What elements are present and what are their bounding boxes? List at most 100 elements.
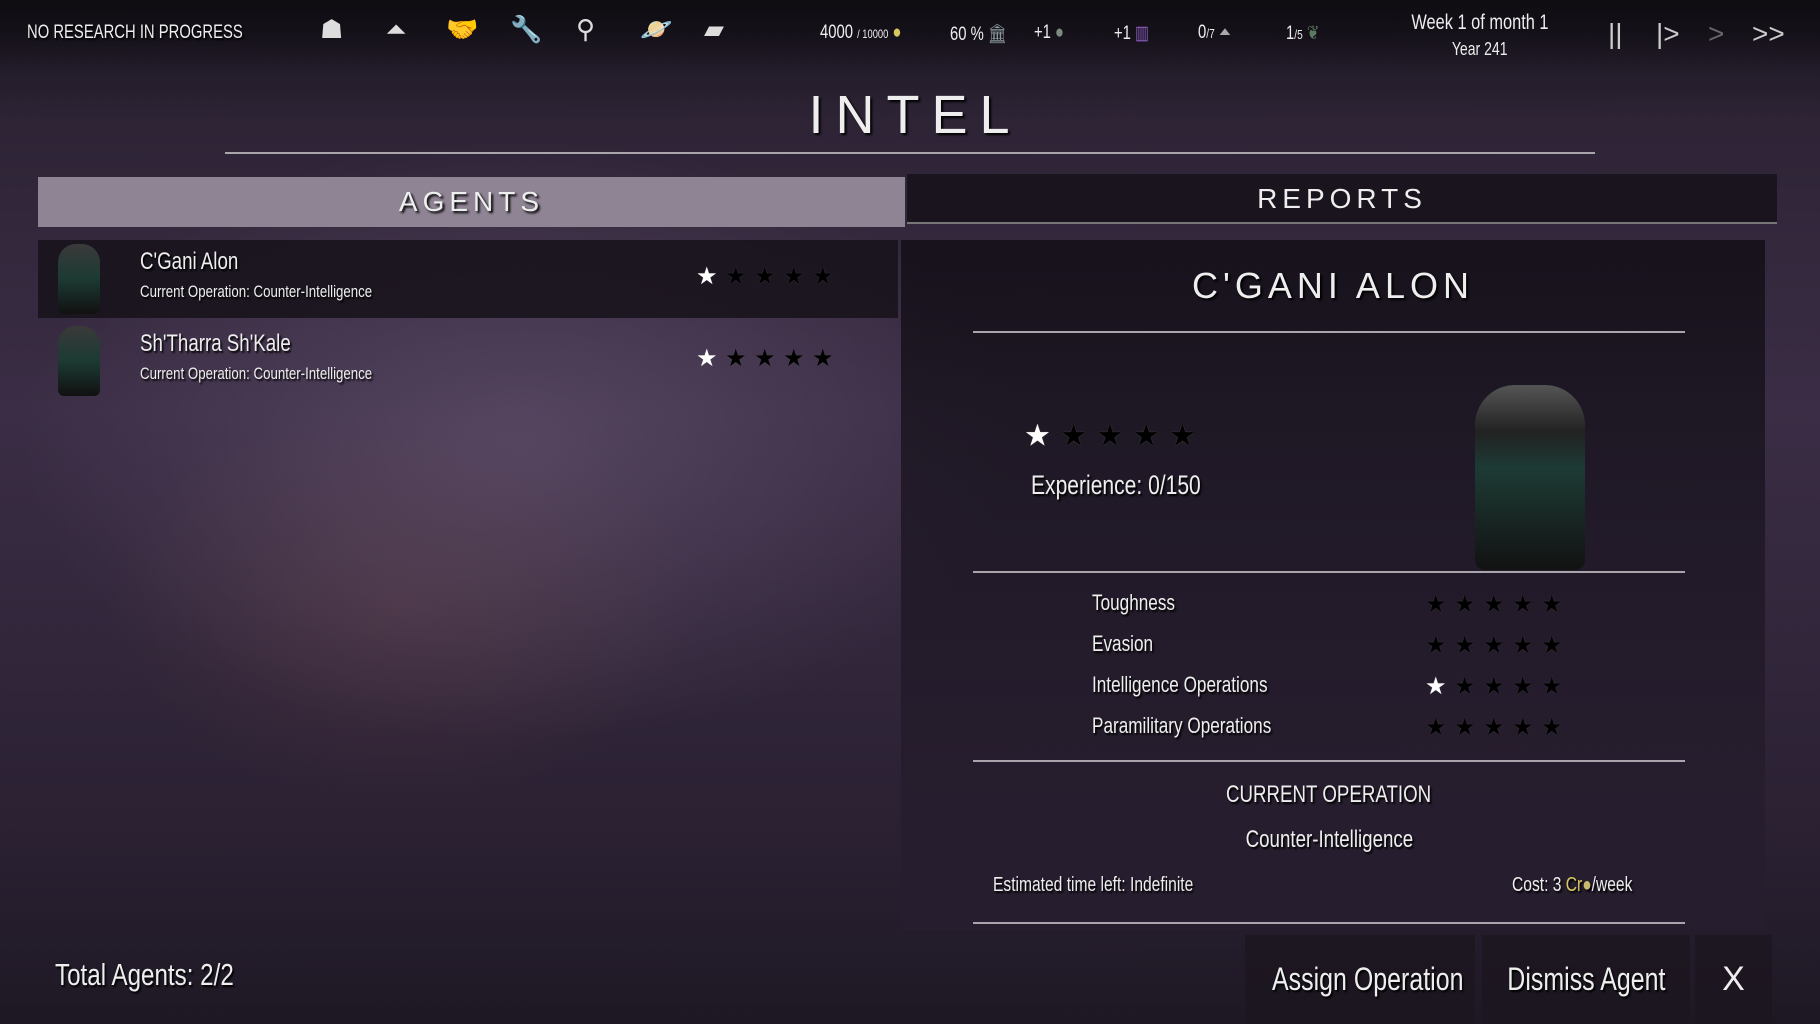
credits-icon: ● [1582,874,1592,896]
stat-stars: ★ ★ ★ ★ ★ [1425,672,1570,701]
approval-icon: 🏛 [987,24,1007,45]
agent-operation: Current Operation: Counter-Intelligence [140,364,373,383]
total-agents: Total Agents: 2/2 [55,957,234,992]
credits-icon: ● [892,22,902,43]
population-icon[interactable]: ☗ [320,14,343,45]
laurel-icon: ❦ [1306,23,1320,44]
tab-agents[interactable]: AGENTS [38,177,905,227]
stat-stars: ★ ★ ★ ★ ★ [1425,590,1570,619]
star-icon: ★ [1483,714,1505,741]
industry-icon: ▥ [1135,23,1150,44]
agent-name: Sh'Tharra Sh'Kale [140,330,291,357]
tab-reports[interactable]: REPORTS [907,174,1777,224]
encyclopedia-book-icon[interactable]: ▰ [704,14,724,45]
star-icon: ★ [725,263,747,290]
diplomacy-handshake-icon[interactable]: 🤝 [446,14,478,45]
current-operation-name: Counter-Intelligence [1245,826,1413,853]
intel-magnifier-icon[interactable]: ⚲ [576,14,595,45]
star-icon: ★ [1454,673,1476,700]
date-year: Year 241 [1452,39,1508,59]
agent-rank-stars: ★ ★ ★ ★ ★ [696,262,841,291]
construction-tools-icon[interactable]: 🔧 [510,14,542,45]
stat-label: Evasion [1092,631,1154,656]
stat-label: Toughness [1092,590,1176,615]
speed-button[interactable]: > [1708,18,1724,50]
dismiss-agent-button[interactable]: Dismiss Agent [1482,935,1690,1024]
date-week: Week 1 of month 1 [1411,11,1549,34]
agent-portrait [58,244,100,314]
assign-operation-button[interactable]: Assign Operation [1245,935,1475,1024]
star-icon: ★ [754,345,776,372]
food-icon: ● [1055,22,1064,43]
star-icon: ★ [1541,632,1563,659]
star-icon: ★ [1454,591,1476,618]
star-icon: ★ [1541,673,1563,700]
research-status[interactable]: NO RESEARCH IN PROGRESS [27,22,304,44]
influence-readout: 1/5 ❦ [1286,23,1320,44]
agent-operation: Current Operation: Counter-Intelligence [140,282,373,301]
stat-row: Evasion [1092,631,1170,657]
star-icon: ★ [1454,714,1476,741]
divider [973,571,1685,573]
industry-readout: +1 ▥ [1114,23,1150,44]
star-icon: ★ [1024,419,1051,453]
star-icon: ★ [1096,419,1124,453]
star-icon: ★ [783,345,805,372]
close-icon[interactable]: X [1722,960,1745,998]
stat-row: Intelligence Operations [1092,672,1317,698]
star-icon: ★ [783,263,805,290]
stat-row: Toughness [1092,590,1198,616]
fast-forward-button[interactable]: >> [1752,18,1785,50]
title-divider [225,152,1595,154]
pause-button[interactable]: || [1608,18,1623,50]
divider [973,922,1685,924]
agent-rank-stars: ★ ★ ★ ★ ★ [696,344,841,373]
detail-agent-name: C'GANI ALON [1192,265,1474,306]
page-title: INTEL [808,85,1022,145]
star-icon: ★ [1060,419,1088,453]
star-icon: ★ [725,345,747,372]
star-icon: ★ [754,263,776,290]
agent-list-item[interactable]: Sh'Tharra Sh'Kale Current Operation: Cou… [38,322,898,400]
divider [973,331,1685,333]
experience-text: Experience: 0/150 [1031,470,1201,500]
stat-stars: ★ ★ ★ ★ ★ [1425,713,1570,742]
star-icon: ★ [696,263,718,290]
agent-portrait-large [1475,385,1585,570]
stat-label: Intelligence Operations [1092,672,1268,697]
stat-stars: ★ ★ ★ ★ ★ [1425,631,1570,660]
star-icon: ★ [1425,673,1447,700]
science-flask-icon: ⏶ [1218,22,1231,43]
star-icon: ★ [1512,714,1534,741]
approval-readout: 60 % 🏛 [950,24,1007,45]
agent-name: C'Gani Alon [140,248,239,275]
detail-rank-stars: ★ ★ ★ ★ ★ [1024,418,1205,454]
time-left-text: Estimated time left: Indefinite [993,874,1194,896]
star-icon: ★ [1541,714,1563,741]
food-readout: +1 ● [1034,22,1064,43]
star-icon: ★ [1483,591,1505,618]
stat-row: Paramilitary Operations [1092,713,1322,739]
agent-list-item[interactable]: C'Gani Alon Current Operation: Counter-I… [38,240,898,318]
star-icon: ★ [1541,591,1563,618]
divider [973,760,1685,762]
date-display: Week 1 of month 1 Year 241 [1380,10,1580,62]
science-readout: 0/7 ⏶ [1198,22,1231,43]
stat-label: Paramilitary Operations [1092,713,1272,738]
star-icon: ★ [1425,632,1447,659]
research-flask-icon[interactable]: ⏶ [386,14,407,46]
star-icon: ★ [1454,632,1476,659]
star-icon: ★ [1512,673,1534,700]
play-button[interactable]: |> [1656,18,1680,50]
star-icon: ★ [812,263,834,290]
star-icon: ★ [812,345,834,372]
star-icon: ★ [1169,419,1196,453]
credits-readout: 4000 / 10000 ● [820,22,902,43]
close-button[interactable]: X [1695,935,1772,1024]
cost-text: Cost: 3 Cr●/week [1512,874,1633,896]
star-icon: ★ [1425,591,1447,618]
planet-icon[interactable]: 🪐 [640,14,672,45]
star-icon: ★ [1483,632,1505,659]
star-icon: ★ [1425,714,1447,741]
star-icon: ★ [1512,591,1534,618]
